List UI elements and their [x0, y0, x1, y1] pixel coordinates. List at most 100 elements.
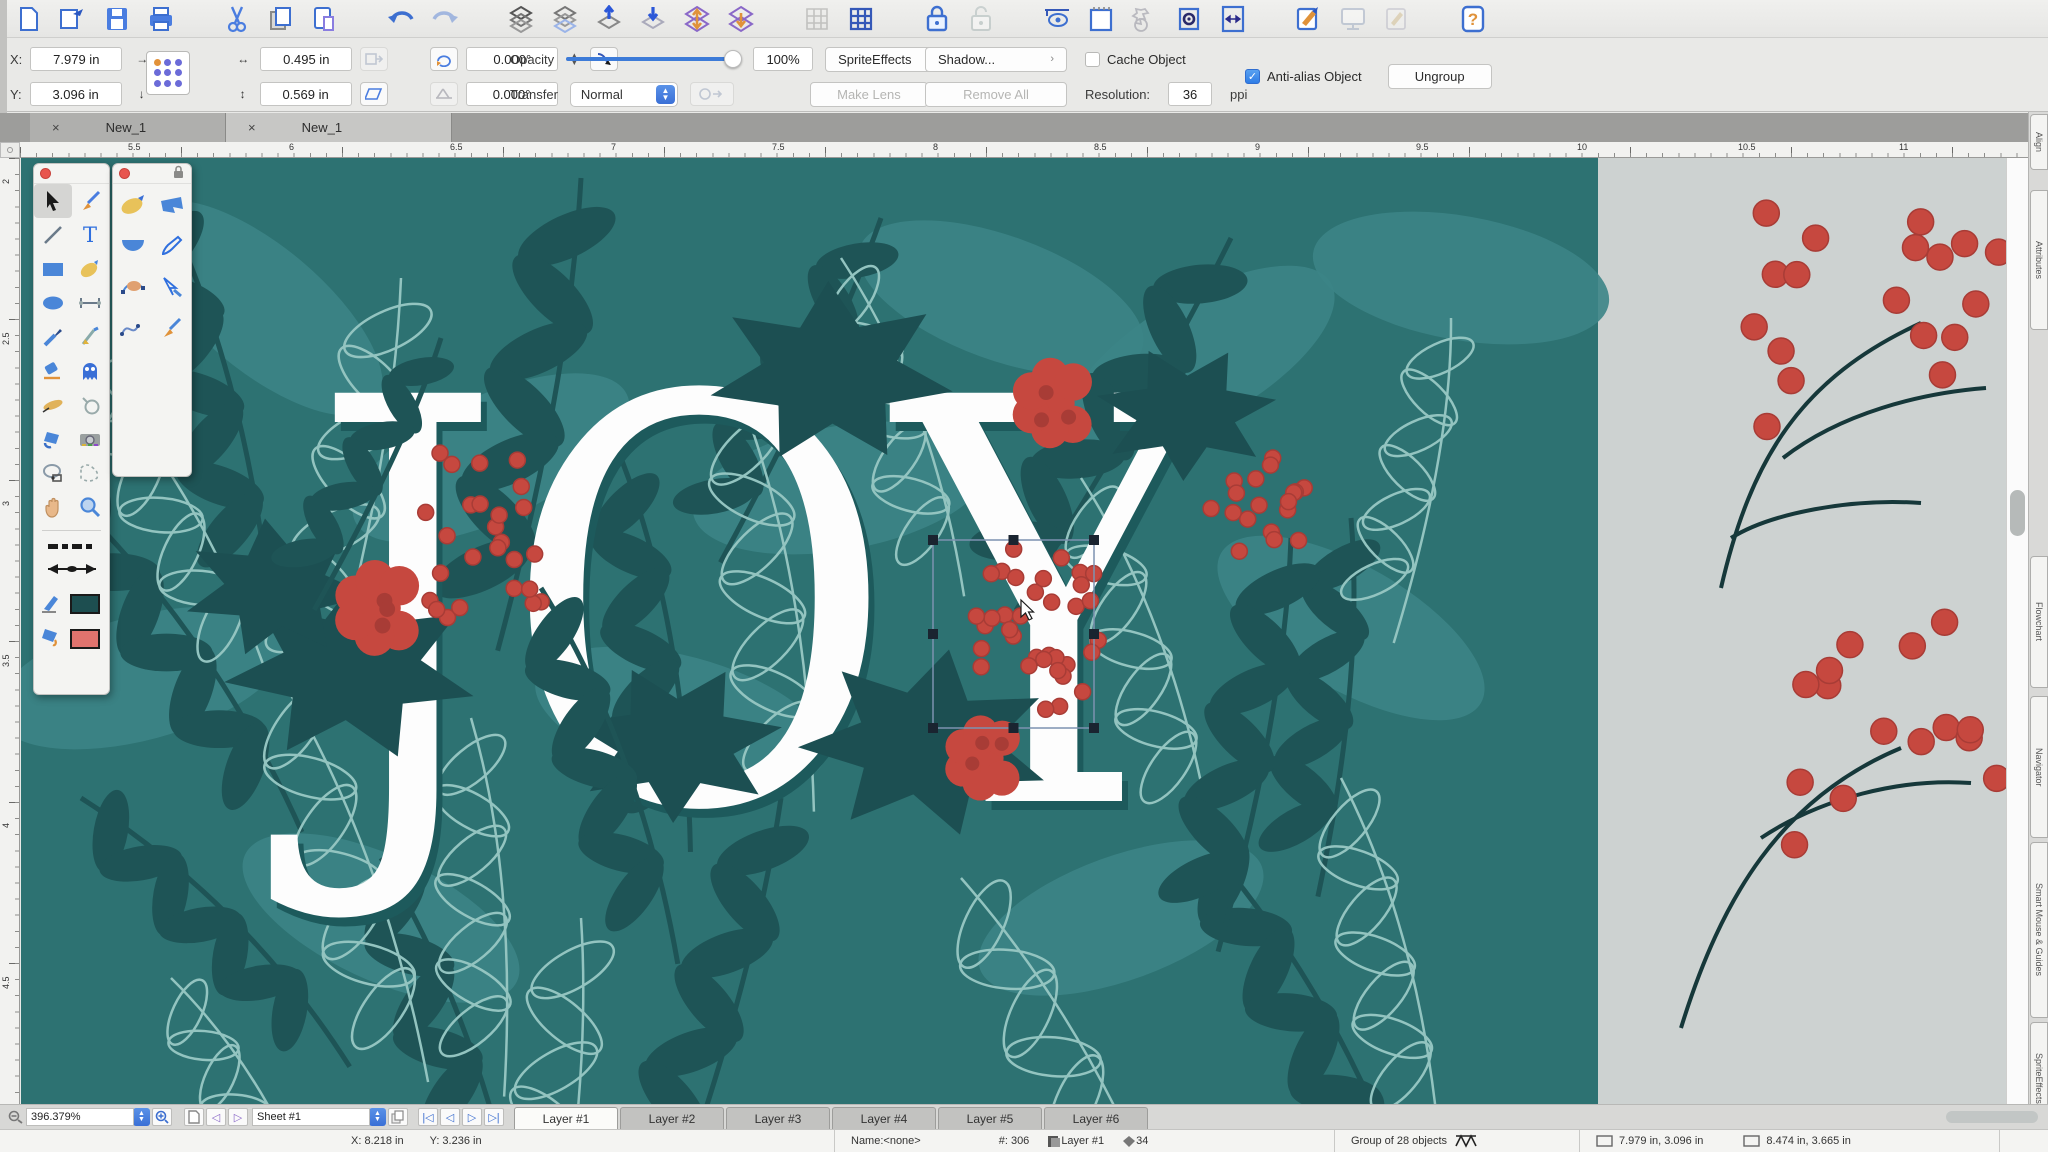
- display-icon[interactable]: [1338, 4, 1368, 34]
- brush2-tool[interactable]: [152, 307, 191, 348]
- document-tab-1[interactable]: ×New_1: [30, 113, 226, 142]
- selection-handle[interactable]: [1009, 535, 1019, 545]
- dock-tab[interactable]: Align: [2030, 114, 2048, 170]
- horizontal-scrollbar-thumb[interactable]: [1946, 1111, 2038, 1123]
- send-to-back-icon[interactable]: [550, 4, 580, 34]
- x-field[interactable]: 7.979 in: [30, 47, 122, 71]
- canvas-area[interactable]: JOY JOY: [21, 158, 2006, 1104]
- group-arrange-icon[interactable]: [682, 4, 712, 34]
- rotate-field-icon[interactable]: [430, 47, 458, 71]
- selection-handle[interactable]: [1089, 723, 1099, 733]
- unlock-icon[interactable]: [966, 4, 996, 34]
- fill-color-tool[interactable]: [40, 626, 64, 651]
- notes-icon[interactable]: [1086, 4, 1116, 34]
- selection-handle[interactable]: [928, 723, 938, 733]
- layer-tab[interactable]: Layer #3: [726, 1107, 830, 1129]
- cut-icon[interactable]: [222, 4, 252, 34]
- prev-page-icon[interactable]: ◁: [440, 1108, 460, 1126]
- remove-all-button[interactable]: Remove All: [925, 82, 1067, 107]
- dash-pattern-tool[interactable]: [46, 540, 98, 554]
- antialias-checkbox[interactable]: ✓Anti-alias Object: [1245, 69, 1362, 84]
- cache-object-checkbox[interactable]: Cache Object: [1085, 52, 1186, 67]
- fill-color-swatch[interactable]: [70, 629, 100, 649]
- zoom-out-icon[interactable]: [6, 1108, 26, 1126]
- prev-sheet-icon[interactable]: ◁: [206, 1108, 226, 1126]
- y-field[interactable]: 3.096 in: [30, 82, 122, 106]
- skew-box-icon[interactable]: [360, 82, 388, 106]
- help-icon[interactable]: ?: [1458, 4, 1488, 34]
- lock-palette-icon[interactable]: [172, 165, 185, 182]
- zoom-level-field[interactable]: 396.379%: [26, 1108, 134, 1126]
- last-page-icon[interactable]: ▷|: [484, 1108, 504, 1126]
- loupe-tool[interactable]: [72, 388, 110, 422]
- stroke-color-swatch[interactable]: [70, 594, 100, 614]
- layer-tab[interactable]: Layer #5: [938, 1107, 1042, 1129]
- rotate-object-icon[interactable]: [1130, 4, 1160, 34]
- selection-handle[interactable]: [1009, 723, 1019, 733]
- save-icon[interactable]: [102, 4, 132, 34]
- polygon-tool[interactable]: [152, 184, 191, 225]
- new-sheet-icon[interactable]: [184, 1108, 204, 1126]
- stroke-color-tool[interactable]: [40, 591, 64, 616]
- close-tab-icon[interactable]: ×: [52, 120, 60, 135]
- layer-tab[interactable]: Layer #1: [514, 1107, 618, 1129]
- shadow-menu[interactable]: Shadow...›: [925, 47, 1067, 72]
- eraser-tool[interactable]: [34, 354, 72, 388]
- undo-icon[interactable]: [386, 4, 416, 34]
- layer-tab[interactable]: Layer #2: [620, 1107, 724, 1129]
- width-field[interactable]: 0.495 in: [260, 47, 352, 71]
- ghost-tool[interactable]: [72, 354, 110, 388]
- lock-icon[interactable]: [922, 4, 952, 34]
- redo-icon[interactable]: [430, 4, 460, 34]
- bezier-edit-tool[interactable]: [113, 266, 152, 307]
- feather-pen-tool[interactable]: [34, 388, 72, 422]
- selection-handle[interactable]: [1089, 535, 1099, 545]
- open-document-icon[interactable]: [58, 4, 88, 34]
- paint-bucket-tool[interactable]: [34, 422, 72, 456]
- edit-pencil-icon[interactable]: [1382, 4, 1412, 34]
- lasso-tool[interactable]: [34, 456, 72, 490]
- palette-titlebar[interactable]: [113, 164, 191, 184]
- next-page-icon[interactable]: ▷: [462, 1108, 482, 1126]
- resize-horizontal-icon[interactable]: [1218, 4, 1248, 34]
- ungroup-button[interactable]: Ungroup: [1388, 64, 1492, 89]
- layer-tab[interactable]: Layer #6: [1044, 1107, 1148, 1129]
- shear-icon[interactable]: [430, 82, 458, 106]
- dock-tab[interactable]: Attributes: [2030, 190, 2048, 330]
- freehand-tool[interactable]: [72, 252, 110, 286]
- next-sheet-icon[interactable]: ▷: [228, 1108, 248, 1126]
- zoom-in-icon[interactable]: [152, 1108, 172, 1126]
- close-palette-icon[interactable]: [119, 168, 130, 179]
- arc-tool[interactable]: [113, 225, 152, 266]
- new-document-icon[interactable]: [14, 4, 44, 34]
- line-tool[interactable]: [34, 218, 72, 252]
- camera-tool[interactable]: [72, 422, 110, 456]
- blob-brush-tool[interactable]: [113, 184, 152, 225]
- marquee-tool[interactable]: [72, 456, 110, 490]
- print-icon[interactable]: [146, 4, 176, 34]
- edit-style-icon[interactable]: [1294, 4, 1324, 34]
- close-tab-icon[interactable]: ×: [248, 120, 256, 135]
- text-tool[interactable]: T: [72, 218, 110, 252]
- sheet-dropdown[interactable]: ▲▼: [369, 1108, 386, 1126]
- send-backward-icon[interactable]: [638, 4, 668, 34]
- make-lens-button[interactable]: Make Lens: [810, 82, 928, 107]
- path-select-tool[interactable]: [152, 266, 191, 307]
- dock-tab[interactable]: Navigator: [2030, 696, 2048, 838]
- layer-tab[interactable]: Layer #4: [832, 1107, 936, 1129]
- hide-object-icon[interactable]: [1042, 4, 1072, 34]
- zoom-dropdown[interactable]: ▲▼: [133, 1108, 150, 1126]
- knife-tool[interactable]: [72, 320, 110, 354]
- ellipse-tool[interactable]: [34, 286, 72, 320]
- transfer-options-icon[interactable]: [690, 82, 734, 106]
- sheet-field[interactable]: Sheet #1: [252, 1108, 370, 1126]
- dock-tab[interactable]: Smart Mouse & Guides: [2030, 842, 2048, 1018]
- transfer-select[interactable]: Normal▲▼: [570, 82, 678, 107]
- hand-tool[interactable]: [34, 490, 72, 524]
- snap-grid-icon[interactable]: [846, 4, 876, 34]
- ungroup-arrange-icon[interactable]: [726, 4, 756, 34]
- curve-tool[interactable]: [113, 307, 152, 348]
- bring-to-front-icon[interactable]: [506, 4, 536, 34]
- center-point-icon[interactable]: [1174, 4, 1204, 34]
- selection-handle[interactable]: [928, 629, 938, 639]
